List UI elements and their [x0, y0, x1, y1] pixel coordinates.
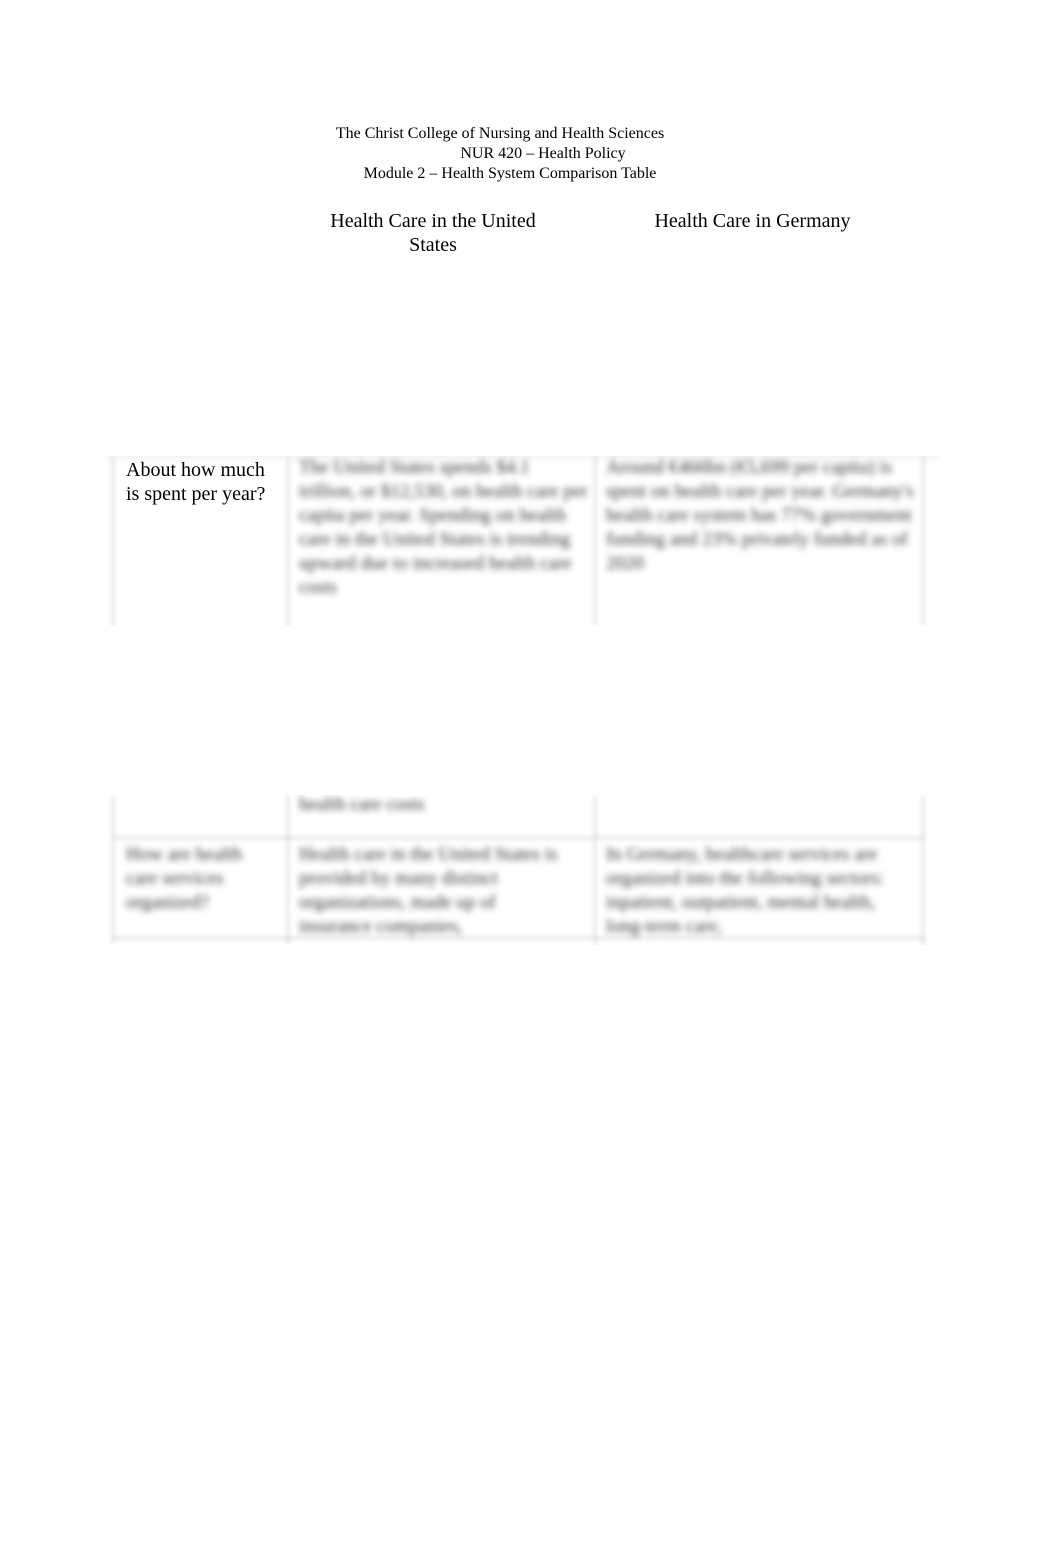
cell-divider [594, 456, 596, 626]
cell-divider [922, 456, 924, 626]
cell-divider [287, 456, 289, 626]
cell-divider [922, 795, 924, 945]
us-answer-continued-blurred: health care costs [299, 795, 425, 815]
cell-divider [287, 795, 289, 945]
us-answer-blurred: Health care in the United States is prov… [299, 844, 558, 937]
us-answer-blurred: The United States spends $4.1 trillion, … [299, 457, 588, 598]
course-title: NUR 420 – Health Policy [460, 145, 626, 162]
column-header-germany: Health Care in Germany [654, 210, 851, 232]
cell-divider [594, 795, 596, 945]
institution-name: The Christ College of Nursing and Health… [335, 125, 665, 142]
column-header-us: Health Care in the United States [330, 210, 536, 256]
row-divider [112, 837, 924, 839]
cell-divider [112, 795, 114, 945]
germany-answer-blurred: Around €466bn (€5,699 per capita) is spe… [606, 457, 914, 574]
table-row: health care costs How are health care se… [104, 795, 940, 945]
assignment-title: Module 2 – Health System Comparison Tabl… [363, 165, 657, 182]
germany-answer-blurred: In Germany, healthcare services are orga… [606, 844, 885, 937]
cell-divider [112, 456, 114, 626]
row-question: About how much is spent per year? [126, 459, 266, 505]
table-row: About how much is spent per year? The Un… [104, 456, 940, 626]
row-question-blurred: How are health care services organized? [126, 844, 243, 913]
